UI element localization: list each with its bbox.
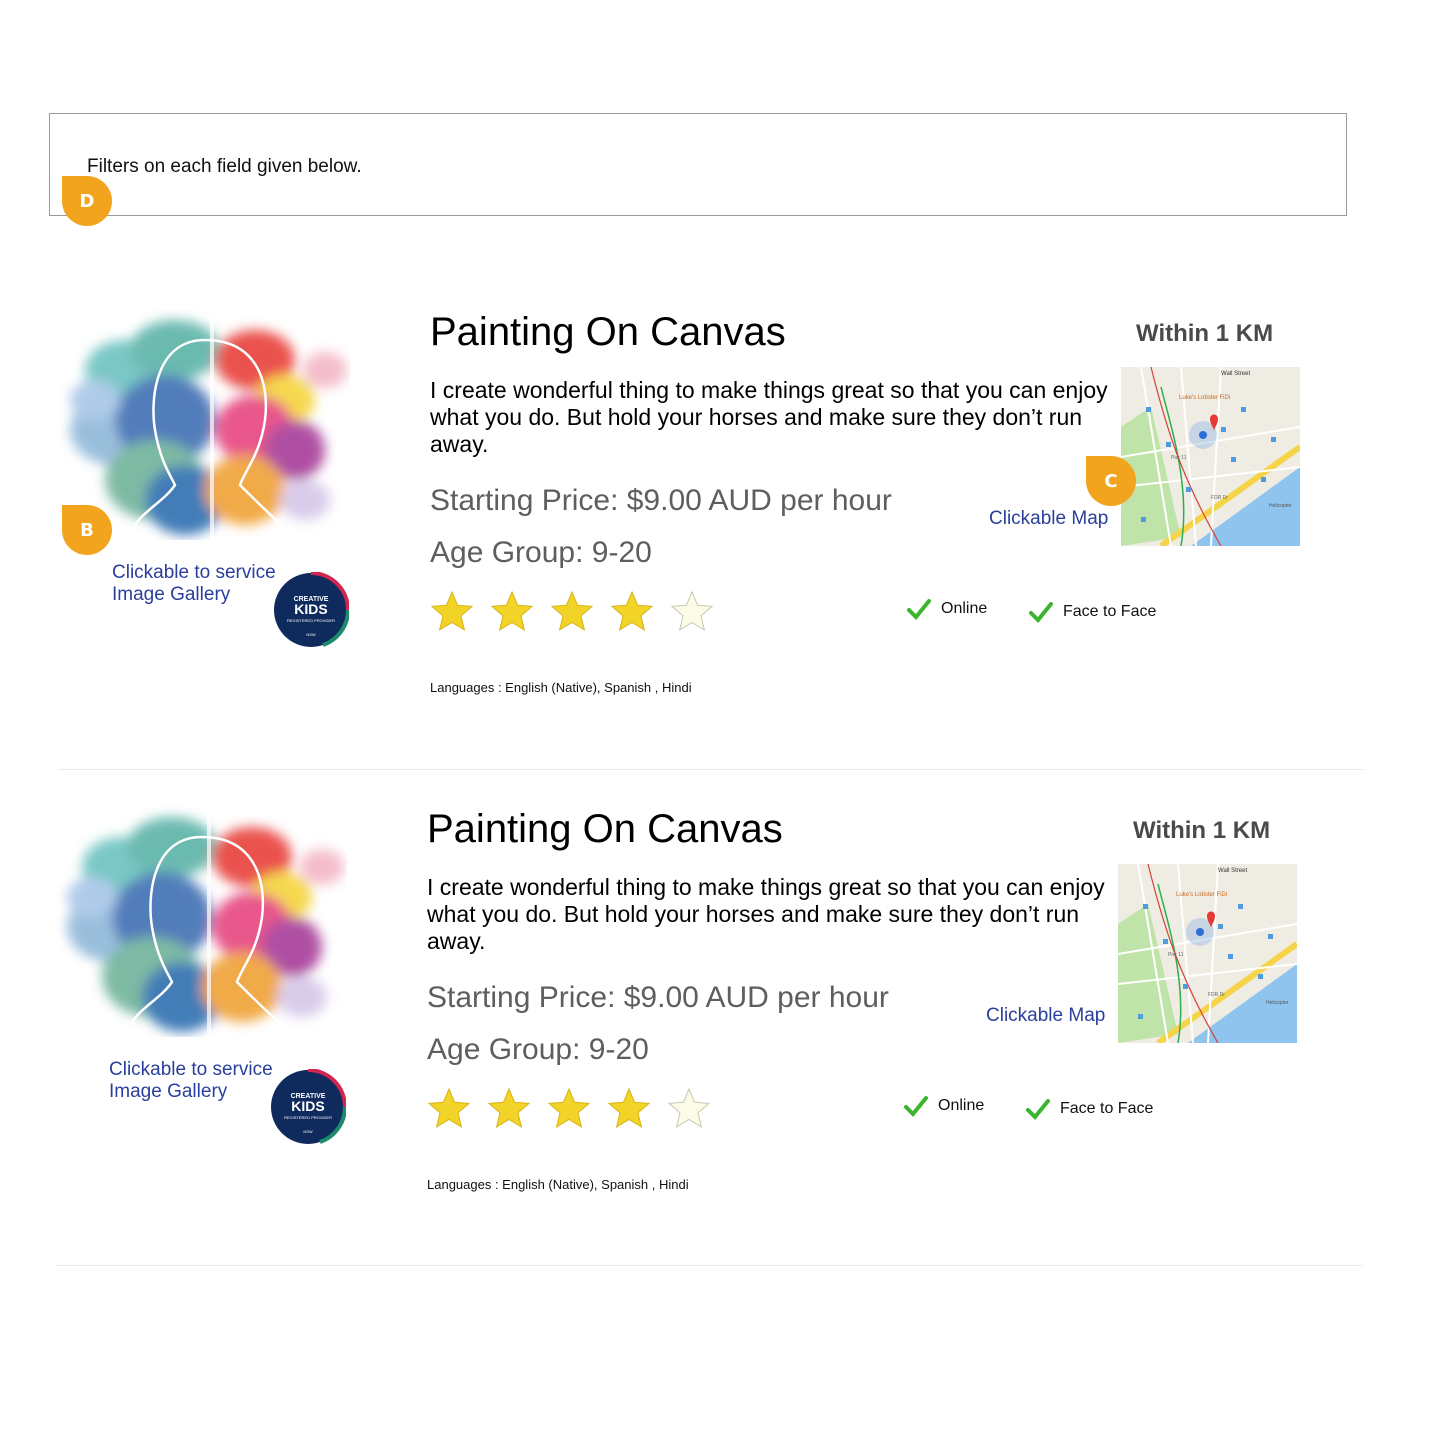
map-label-drive: FDR Dr [1208,992,1225,998]
annotation-marker-b: B [62,505,112,555]
location-map[interactable]: Wall Street Luke's Lobster FiDi Helicopt… [1118,864,1297,1043]
annotation-marker-c: C [1086,456,1136,506]
map-label-place: Luke's Lobster FiDi [1179,395,1230,401]
service-card: Clickable to service Image Gallery CREAT… [0,807,1440,1304]
location-map[interactable]: Wall Street Luke's Lobster FiDi Helicopt… [1121,367,1300,546]
mode-label: Online [938,1097,985,1114]
service-description: I create wonderful thing to make things … [430,377,1108,457]
check-icon [904,1096,928,1117]
map-link[interactable]: Clickable Map [986,1005,1105,1027]
badge-text-4: NSW [303,1129,313,1134]
gallery-link[interactable]: Clickable to service Image Gallery [112,562,292,606]
map-label-street: Wall Street [1218,868,1247,874]
languages: Languages : English (Native), Spanish , … [430,680,692,695]
age-group: Age Group: 9-20 [430,536,652,569]
badge-text-4: NSW [306,632,316,637]
creative-kids-badge: CREATIVE KIDS REGISTERED PROVIDER NSW [271,1069,346,1144]
mode-label: Online [941,600,988,617]
languages: Languages : English (Native), Spanish , … [427,1177,689,1192]
star-filled-icon [550,590,594,632]
filters-panel: Filters on each field given below. [49,113,1347,216]
star-filled-icon [490,590,534,632]
star-filled-icon [607,1087,651,1129]
age-group: Age Group: 9-20 [427,1033,649,1066]
star-filled-icon [487,1087,531,1129]
rating-stars [430,590,714,634]
badge-text-3: REGISTERED PROVIDER [284,1115,332,1120]
badge-text-2: KIDS [294,601,327,617]
mode-online: Online [907,598,987,620]
card-divider [58,769,1364,770]
gallery-link[interactable]: Clickable to service Image Gallery [109,1059,289,1103]
star-filled-icon [610,590,654,632]
card-divider [56,1265,1362,1266]
badge-text-3: REGISTERED PROVIDER [287,618,335,623]
map-link[interactable]: Clickable Map [989,508,1108,530]
mode-face-to-face: Face to Face [1026,1098,1153,1120]
star-empty-icon [670,590,714,632]
map-label-pier: Pier 11 [1168,952,1184,958]
starting-price: Starting Price: $9.00 AUD per hour [430,484,892,517]
service-title[interactable]: Painting On Canvas [430,310,786,355]
mode-label: Face to Face [1063,603,1157,620]
distance-label: Within 1 KM [1136,320,1274,347]
distance-label: Within 1 KM [1133,817,1271,844]
badge-text-2: KIDS [291,1098,324,1114]
map-label-heliport: Helicopter [1269,503,1292,509]
service-title[interactable]: Painting On Canvas [427,807,783,852]
star-filled-icon [547,1087,591,1129]
check-icon [907,599,931,620]
check-icon [1026,1099,1050,1120]
mode-face-to-face: Face to Face [1029,601,1156,623]
star-filled-icon [427,1087,471,1129]
map-label-pier: Pier 11 [1171,455,1187,461]
map-label-place: Luke's Lobster FiDi [1176,892,1227,898]
mode-online: Online [904,1095,984,1117]
service-card: B Clickable to service Image Gallery CRE… [0,310,1440,807]
starting-price: Starting Price: $9.00 AUD per hour [427,981,889,1014]
check-icon [1029,602,1053,623]
creative-kids-badge: CREATIVE KIDS REGISTERED PROVIDER NSW [274,572,349,647]
service-image-gallery[interactable] [52,807,347,1037]
map-label-heliport: Helicopter [1266,1000,1289,1006]
annotation-marker-d: D [62,176,112,226]
service-description: I create wonderful thing to make things … [427,874,1105,954]
filters-label: Filters on each field given below. [87,156,362,177]
rating-stars [427,1087,711,1131]
star-empty-icon [667,1087,711,1129]
map-label-street: Wall Street [1221,371,1250,377]
map-label-drive: FDR Dr [1211,495,1228,501]
mode-label: Face to Face [1060,1100,1154,1117]
service-image-gallery[interactable] [55,310,350,540]
star-filled-icon [430,590,474,632]
